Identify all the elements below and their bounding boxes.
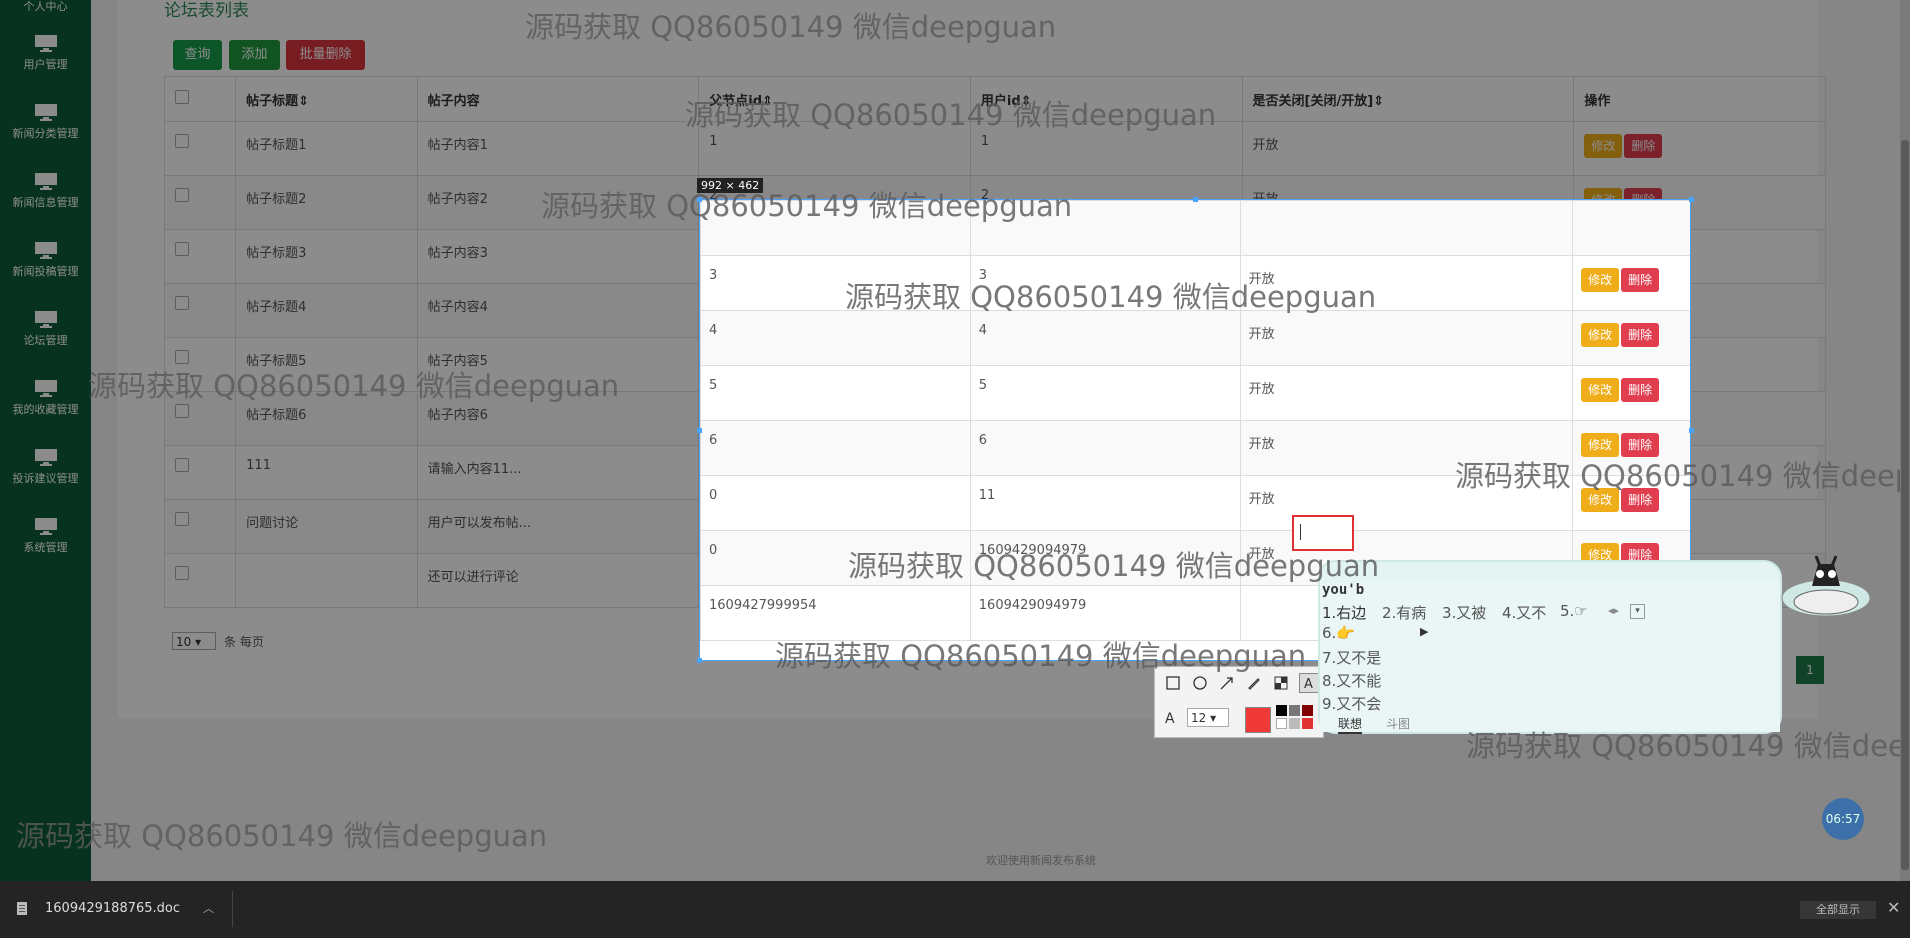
ime-candidate[interactable]: 8.又不能 (1322, 670, 1381, 691)
ime-candidate[interactable]: 5.☞ (1560, 602, 1588, 620)
ime-candidate[interactable]: 9.又不会 (1322, 693, 1381, 714)
text-icon[interactable]: A (1299, 673, 1319, 693)
ime-candidate[interactable]: 3.又被 (1442, 602, 1486, 623)
ime-tab-lianxiang[interactable]: 联想 (1338, 715, 1363, 734)
close-icon[interactable]: ✕ (1887, 898, 1900, 917)
delete-button[interactable]: 删除 (1621, 378, 1660, 402)
ellipse-icon[interactable] (1192, 675, 1208, 691)
ime-candidate[interactable]: 6.👉 (1322, 624, 1355, 642)
resize-handle[interactable] (697, 428, 702, 433)
download-filename[interactable]: 1609429188765.doc (45, 901, 180, 916)
edit-button[interactable]: 修改 (1581, 323, 1620, 347)
download-bar: 1609429188765.doc ︿ 全部显示 ✕ (0, 881, 1910, 938)
color-swatch[interactable] (1289, 718, 1300, 729)
ime-candidate[interactable]: 7.又不是 (1322, 647, 1381, 668)
clock-badge[interactable]: 06:57 (1822, 798, 1864, 840)
ime-candidate[interactable]: 4.又不 (1502, 602, 1546, 623)
edit-button[interactable]: 修改 (1581, 268, 1620, 292)
rect-icon[interactable] (1165, 675, 1181, 691)
color-swatch[interactable] (1276, 718, 1287, 729)
chevron-up-icon[interactable]: ︿ (203, 900, 214, 916)
watermark-text: 源码获取 QQ86050149 微信deepguan (1455, 459, 1910, 493)
text-cursor (1300, 524, 1301, 540)
color-swatch[interactable] (1289, 705, 1300, 716)
ime-tab-doutu[interactable]: 斗图 (1386, 715, 1410, 732)
resize-handle[interactable] (1689, 428, 1694, 433)
ime-page-arrows-icon[interactable]: ◂▸ (1608, 604, 1619, 617)
svg-text:A: A (1165, 711, 1175, 726)
ime-candidate-area: you'b 1.右边 2.有病 3.又被 4.又不 5.☞ ◂▸ ▾ 6.👉 ▶… (1320, 582, 1780, 734)
ime-expand-icon[interactable]: ▾ (1630, 604, 1645, 619)
color-swatch[interactable] (1302, 705, 1313, 716)
watermark-text: 源码获取 QQ86050149 微信deepguan (88, 369, 620, 403)
resize-handle[interactable] (1689, 197, 1694, 202)
show-all-button[interactable]: 全部显示 (1800, 901, 1876, 919)
watermark-text: 源码获取 QQ86050149 微信deepguan (541, 189, 1073, 223)
svg-text:A: A (1304, 677, 1313, 692)
pencil-icon[interactable] (1246, 675, 1262, 691)
resize-handle[interactable] (697, 658, 702, 663)
watermark-text: 源码获取 QQ86050149 微信deepguan (775, 639, 1307, 673)
mosaic-icon[interactable] (1273, 675, 1289, 691)
divider (232, 891, 233, 927)
watermark-text: 源码获取 QQ86050149 微信deepguan (16, 819, 548, 853)
watermark-text: 源码获取 QQ86050149 微信deepguan (845, 280, 1377, 314)
watermark-text: 源码获取 QQ86050149 微信deepguan (1466, 729, 1910, 763)
watermark-text: 源码获取 QQ86050149 微信deepguan (848, 549, 1380, 583)
document-icon (17, 902, 27, 915)
watermark-text: 源码获取 QQ86050149 微信deepguan (525, 10, 1057, 44)
font-size-select[interactable]: 12 ▾ (1187, 708, 1229, 727)
current-color-swatch[interactable] (1245, 707, 1271, 733)
ime-mascot-icon (1781, 555, 1871, 617)
table-row: 4 4 开放 修改 删除 (700, 310, 1690, 366)
font-size-icon: A (1165, 711, 1175, 726)
color-swatch[interactable] (1276, 705, 1287, 716)
scrollbar-thumb[interactable] (1901, 140, 1909, 870)
ime-submenu-arrow-icon[interactable]: ▶ (1420, 625, 1428, 638)
ime-candidate[interactable]: 2.有病 (1382, 602, 1426, 623)
resize-handle[interactable] (1193, 197, 1198, 202)
delete-button[interactable]: 删除 (1621, 323, 1660, 347)
edit-button[interactable]: 修改 (1581, 378, 1620, 402)
arrow-icon[interactable] (1219, 675, 1235, 691)
ime-candidate[interactable]: 1.右边 (1322, 602, 1366, 623)
screenshot-toolbar: A A 12 ▾ (1154, 666, 1324, 738)
color-swatch[interactable] (1302, 718, 1313, 729)
delete-button[interactable]: 删除 (1621, 268, 1660, 292)
watermark-text: 源码获取 QQ86050149 微信deepguan (685, 98, 1217, 132)
table-row: 5 5 开放 修改 删除 (700, 365, 1690, 421)
